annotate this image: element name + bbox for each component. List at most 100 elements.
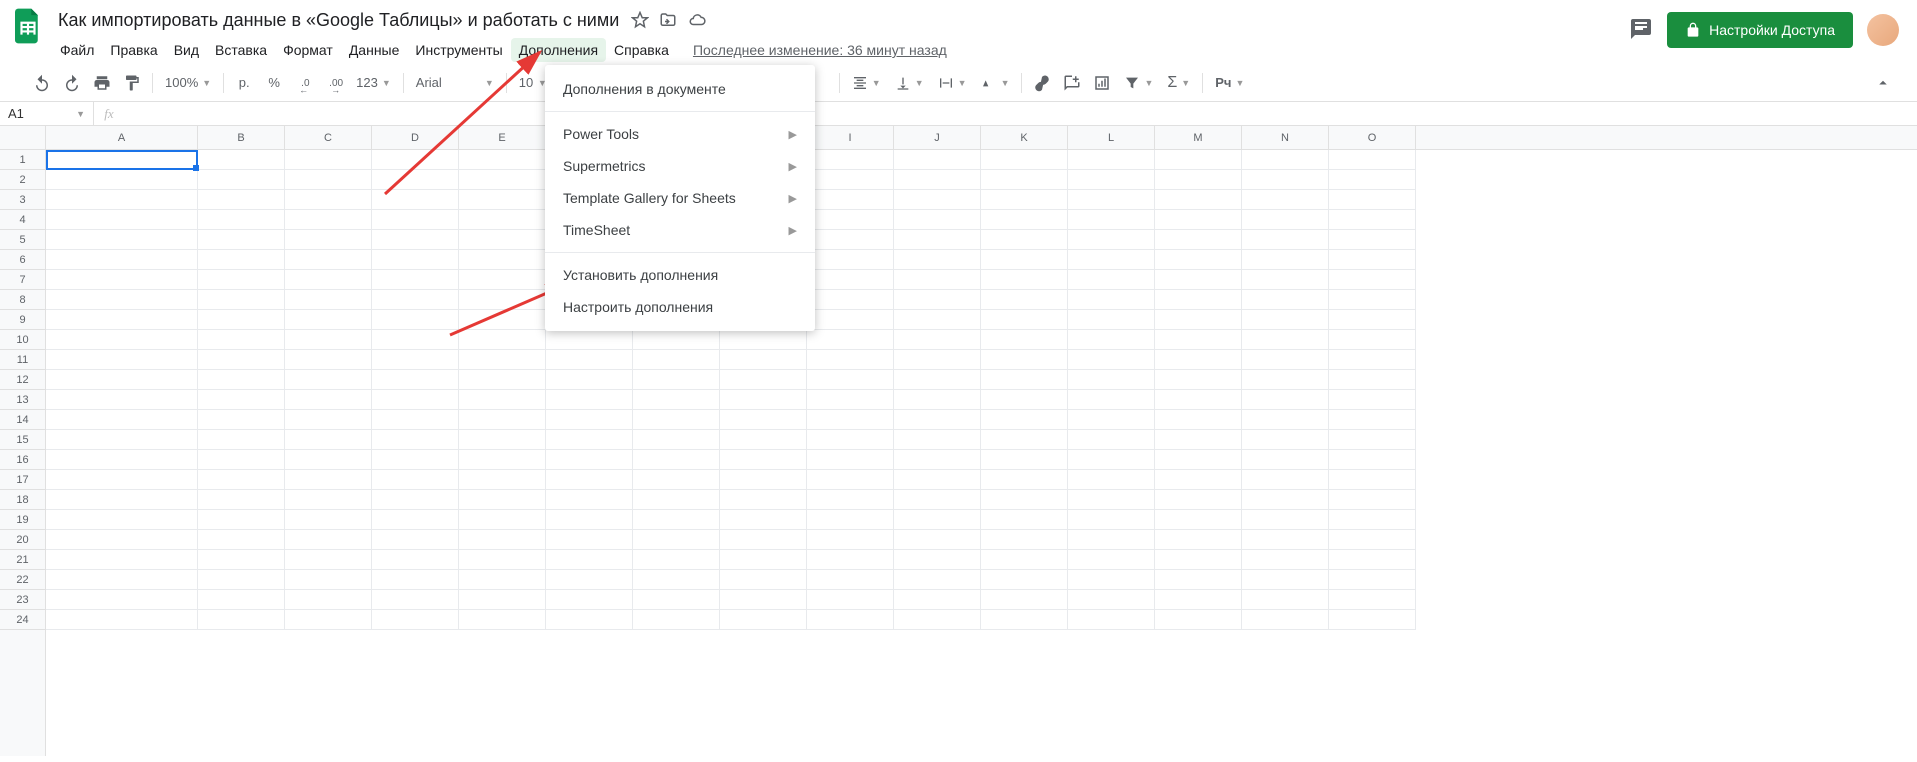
cell[interactable] <box>46 170 198 190</box>
cell[interactable] <box>546 610 633 630</box>
halign-button[interactable]: ▼ <box>846 75 887 91</box>
star-icon[interactable] <box>631 11 649 29</box>
cell[interactable] <box>1242 270 1329 290</box>
cell[interactable] <box>1329 610 1416 630</box>
cell[interactable] <box>372 270 459 290</box>
column-header[interactable]: I <box>807 126 894 149</box>
cell[interactable] <box>459 330 546 350</box>
row-header[interactable]: 11 <box>0 350 45 370</box>
cell[interactable] <box>1329 230 1416 250</box>
cell[interactable] <box>546 430 633 450</box>
cell[interactable] <box>1068 190 1155 210</box>
cell[interactable] <box>1242 190 1329 210</box>
cell[interactable] <box>46 450 198 470</box>
cell[interactable] <box>372 430 459 450</box>
cell[interactable] <box>720 330 807 350</box>
cell[interactable] <box>459 430 546 450</box>
row-header[interactable]: 16 <box>0 450 45 470</box>
cell[interactable] <box>198 390 285 410</box>
cell[interactable] <box>285 370 372 390</box>
row-header[interactable]: 18 <box>0 490 45 510</box>
cell[interactable] <box>546 450 633 470</box>
cell[interactable] <box>981 290 1068 310</box>
row-header[interactable]: 1 <box>0 150 45 170</box>
name-box[interactable]: A1▼ <box>0 102 94 125</box>
cell[interactable] <box>285 450 372 470</box>
cell[interactable] <box>372 370 459 390</box>
cell[interactable] <box>894 450 981 470</box>
cell[interactable] <box>1329 330 1416 350</box>
cell[interactable] <box>198 170 285 190</box>
cell[interactable] <box>981 450 1068 470</box>
cell[interactable] <box>198 250 285 270</box>
cell[interactable] <box>46 310 198 330</box>
cell[interactable] <box>894 610 981 630</box>
cell[interactable] <box>894 170 981 190</box>
cell[interactable] <box>198 550 285 570</box>
cell[interactable] <box>46 470 198 490</box>
cell[interactable] <box>894 590 981 610</box>
cell[interactable] <box>46 230 198 250</box>
cell[interactable] <box>1329 150 1416 170</box>
cell[interactable] <box>1155 150 1242 170</box>
cell[interactable] <box>1068 250 1155 270</box>
cell[interactable] <box>546 330 633 350</box>
row-header[interactable]: 8 <box>0 290 45 310</box>
cell[interactable] <box>1242 350 1329 370</box>
cell[interactable] <box>633 590 720 610</box>
cell[interactable] <box>198 150 285 170</box>
cell[interactable] <box>807 530 894 550</box>
cell[interactable] <box>372 170 459 190</box>
last-edit-link[interactable]: Последнее изменение: 36 минут назад <box>693 42 947 58</box>
cell[interactable] <box>1329 590 1416 610</box>
cell[interactable] <box>372 210 459 230</box>
cell[interactable] <box>546 350 633 370</box>
insert-link-button[interactable] <box>1028 69 1056 97</box>
select-all-corner[interactable] <box>0 126 46 150</box>
cell[interactable] <box>981 410 1068 430</box>
cell[interactable] <box>546 390 633 410</box>
cell[interactable] <box>1155 590 1242 610</box>
cell[interactable] <box>1329 510 1416 530</box>
cell[interactable] <box>1242 410 1329 430</box>
cell[interactable] <box>285 330 372 350</box>
cell[interactable] <box>981 470 1068 490</box>
cell[interactable] <box>285 550 372 570</box>
cell[interactable] <box>372 190 459 210</box>
cell[interactable] <box>198 470 285 490</box>
cell[interactable] <box>285 430 372 450</box>
cell[interactable] <box>1242 510 1329 530</box>
cell[interactable] <box>372 450 459 470</box>
cell[interactable] <box>1155 270 1242 290</box>
cell[interactable] <box>46 350 198 370</box>
cell[interactable] <box>285 470 372 490</box>
cell[interactable] <box>285 530 372 550</box>
cell[interactable] <box>720 550 807 570</box>
row-header[interactable]: 23 <box>0 590 45 610</box>
cell[interactable] <box>546 490 633 510</box>
cell[interactable] <box>198 330 285 350</box>
cell[interactable] <box>546 510 633 530</box>
cell[interactable] <box>372 310 459 330</box>
valign-button[interactable]: ▼ <box>889 75 930 91</box>
cell[interactable] <box>981 230 1068 250</box>
cell[interactable] <box>894 370 981 390</box>
cell[interactable] <box>46 590 198 610</box>
cell[interactable] <box>1068 310 1155 330</box>
cell[interactable] <box>459 350 546 370</box>
cell[interactable] <box>546 470 633 490</box>
cell[interactable] <box>720 490 807 510</box>
dropdown-item[interactable]: Template Gallery for Sheets▶ <box>545 182 815 214</box>
cell[interactable] <box>198 350 285 370</box>
cell[interactable] <box>285 270 372 290</box>
cell[interactable] <box>981 190 1068 210</box>
row-header[interactable]: 7 <box>0 270 45 290</box>
cell[interactable] <box>459 410 546 430</box>
cell[interactable] <box>1155 230 1242 250</box>
cell[interactable] <box>981 330 1068 350</box>
row-header[interactable]: 12 <box>0 370 45 390</box>
row-header[interactable]: 19 <box>0 510 45 530</box>
cell[interactable] <box>807 170 894 190</box>
cell[interactable] <box>285 170 372 190</box>
sheets-logo[interactable] <box>8 6 48 46</box>
